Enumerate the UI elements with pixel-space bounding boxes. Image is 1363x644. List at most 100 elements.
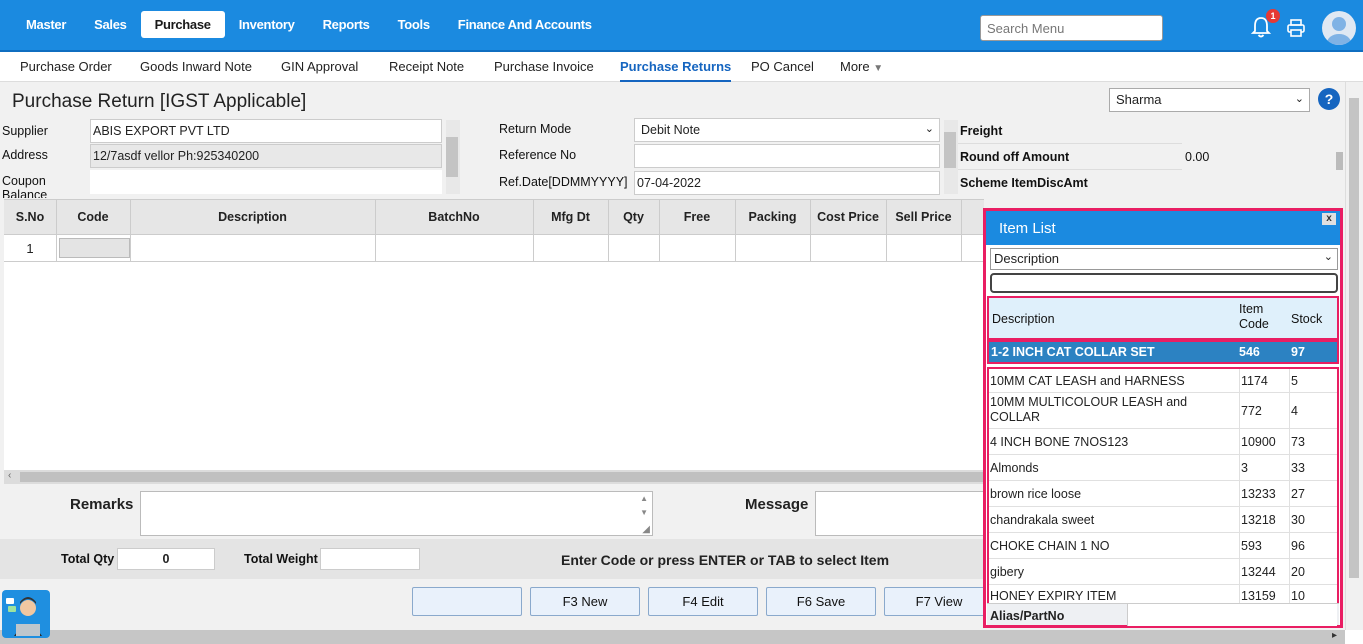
tab-purchase-returns[interactable]: Purchase Returns [620,59,732,82]
item-stock: 33 [1291,461,1305,475]
popup-header: Item List x [986,211,1340,245]
item-search-input[interactable] [990,273,1338,293]
chevron-down-icon: ▼ [873,63,884,74]
scrollbar-thumb[interactable] [944,132,956,168]
list-item[interactable]: 10MM CAT LEASH and HARNESS 1174 5 [989,369,1337,393]
col-free: Free [683,210,711,224]
chevron-right-icon[interactable]: ▸ [1332,630,1337,641]
item-description: brown rice loose [990,487,1082,501]
search-by-select[interactable]: Description ⌄ [990,248,1338,270]
search-menu-input[interactable]: Search Menu [980,15,1163,41]
main-menu: Master Sales Purchase Inventory Reports … [12,11,606,38]
printer-icon[interactable] [1286,18,1306,38]
list-item[interactable]: 10MM MULTICOLOUR LEASH and COLLAR 772 4 [989,393,1337,429]
horizontal-scrollbar[interactable]: ‹ [4,470,984,484]
total-qty-field: 0 [117,548,215,570]
return-mode-select[interactable]: Debit Note ⌄ [634,118,940,142]
menu-inventory[interactable]: Inventory [225,11,309,38]
chevron-down-icon[interactable]: ▼ [640,508,648,517]
header-item-code: Item Code [1239,302,1269,331]
help-icon[interactable]: ? [1318,88,1340,110]
user-avatar[interactable] [1322,11,1356,45]
page-scrollbar-thumb[interactable] [1349,98,1359,578]
reference-no-label: Reference No [499,148,577,162]
address-field[interactable]: 12/7asdf vellor Ph:925340200 [90,144,442,168]
item-list-rows: 10MM CAT LEASH and HARNESS 1174 5 10MM M… [987,367,1339,605]
list-item[interactable]: brown rice loose 13233 27 [989,481,1337,507]
list-item[interactable]: HONEY EXPIRY ITEM 13159 10 [989,585,1337,605]
list-item[interactable]: 4 INCH BONE 7NOS123 10900 73 [989,429,1337,455]
message-textarea[interactable] [815,491,985,536]
chevron-down-icon: ⌄ [924,123,934,135]
col-mfg-dt: Mfg Dt [551,210,590,224]
return-mode-label: Return Mode [499,122,572,136]
search-by-value: Description [994,251,1060,266]
return-mode-value: Debit Note [641,123,701,137]
scrollbar-thumb[interactable] [20,472,984,482]
page-horizontal-scrollbar[interactable]: ▸ [0,630,1345,644]
code-input[interactable] [59,238,130,258]
ref-date-field[interactable]: 07-04-2022 [634,171,940,195]
menu-reports[interactable]: Reports [309,11,384,38]
selected-description: 1-2 INCH CAT COLLAR SET [991,345,1155,359]
tab-goods-inward-note[interactable]: Goods Inward Note [140,59,252,74]
selected-item-row[interactable]: 1-2 INCH CAT COLLAR SET 546 97 [987,340,1339,364]
supplier-field[interactable]: ABIS EXPORT PVT LTD [90,119,442,143]
tab-more[interactable]: More ▼ [840,59,883,74]
tab-purchase-invoice[interactable]: Purchase Invoice [494,59,594,74]
view-button[interactable]: F7 View [884,587,994,616]
scrollbar-thumb[interactable] [446,137,458,177]
items-grid-body [4,262,984,470]
scheme-disc-label: Scheme ItemDiscAmt [960,176,1088,190]
tab-po-cancel[interactable]: PO Cancel [751,59,814,74]
scrollbar-thumb[interactable] [1336,152,1343,170]
tab-purchase-order[interactable]: Purchase Order [20,59,112,74]
edit-button[interactable]: F4 Edit [648,587,758,616]
col-sno: S.No [15,210,45,224]
item-code: 13244 [1241,565,1276,579]
close-icon[interactable]: x [1322,213,1336,225]
remarks-label: Remarks [70,496,134,513]
item-stock: 5 [1291,374,1298,388]
hint-text: Enter Code or press ENTER or TAB to sele… [561,552,890,568]
blank-button[interactable] [412,587,522,616]
item-code: 593 [1241,539,1262,553]
support-bot-icon[interactable] [2,590,50,638]
chevron-down-icon: ⌄ [1294,93,1304,105]
list-item[interactable]: gibery 13244 20 [989,559,1337,585]
resize-handle-icon[interactable]: ◢ [642,524,650,535]
header-description: Description [992,312,1055,326]
item-description: gibery [990,565,1025,579]
item-stock: 30 [1291,513,1305,527]
user-select-value: Sharma [1116,92,1162,107]
list-item[interactable]: Almonds 3 33 [989,455,1337,481]
menu-master[interactable]: Master [12,11,80,38]
alias-label: Alias/PartNo [990,609,1065,623]
new-button[interactable]: F3 New [530,587,640,616]
list-item[interactable]: chandrakala sweet 13218 30 [989,507,1337,533]
tab-more-label: More [840,59,870,74]
menu-tools[interactable]: Tools [384,11,444,38]
menu-sales[interactable]: Sales [80,11,140,38]
item-description: HONEY EXPIRY ITEM [990,589,1117,603]
chevron-up-icon[interactable]: ▲ [640,494,648,503]
item-list-popup: Item List x Description ⌄ Description It… [983,208,1343,628]
menu-purchase[interactable]: Purchase [140,11,225,38]
user-select[interactable]: Sharma ⌄ [1109,88,1310,112]
menu-finance[interactable]: Finance And Accounts [444,11,606,38]
chevron-left-icon[interactable]: ‹ [8,470,11,481]
coupon-balance-field[interactable] [90,170,442,194]
list-item[interactable]: CHOKE CHAIN 1 NO 593 96 [989,533,1337,559]
item-stock: 73 [1291,435,1305,449]
table-row[interactable]: 1 [4,235,984,262]
freight-field[interactable] [958,118,1182,142]
ref-date-label: Ref.Date[DDMMYYYY] [499,175,628,189]
alias-input[interactable] [1127,604,1337,626]
remarks-textarea[interactable]: ▲ ▼ ◢ [140,491,653,536]
tab-receipt-note[interactable]: Receipt Note [389,59,464,74]
chevron-down-icon: ⌄ [1323,251,1333,263]
tab-gin-approval[interactable]: GIN Approval [281,59,358,74]
reference-no-field[interactable] [634,144,940,168]
item-description: 10MM CAT LEASH and HARNESS [990,374,1185,388]
save-button[interactable]: F6 Save [766,587,876,616]
